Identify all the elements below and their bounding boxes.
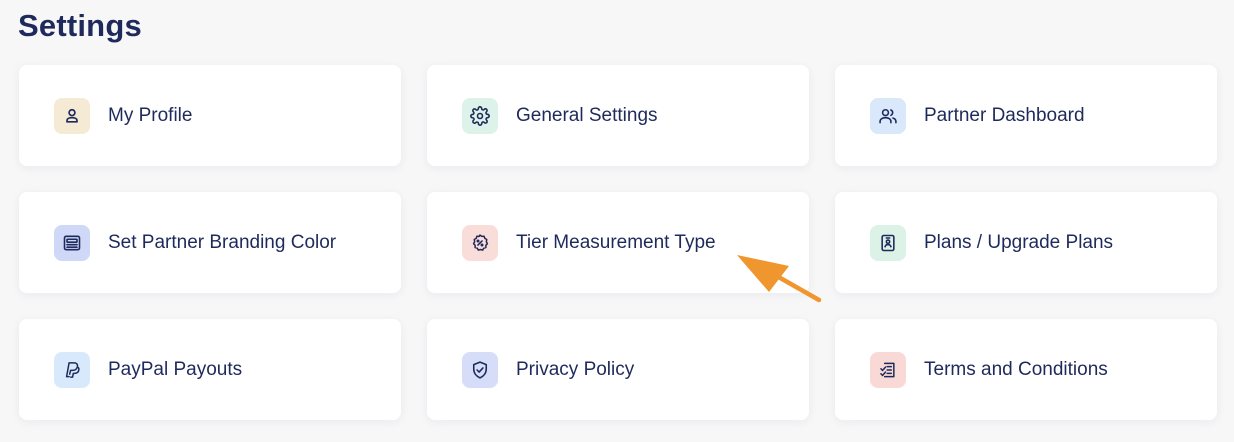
card-label: General Settings <box>516 104 658 126</box>
settings-card-tier-measurement-type[interactable]: Tier Measurement Type <box>427 192 809 293</box>
settings-card-plans-upgrade-plans[interactable]: Plans / Upgrade Plans <box>835 192 1217 293</box>
settings-card-partner-dashboard[interactable]: Partner Dashboard <box>835 65 1217 166</box>
settings-card-my-profile[interactable]: My Profile <box>19 65 401 166</box>
id-badge-icon <box>870 224 906 261</box>
card-label: Set Partner Branding Color <box>108 231 337 253</box>
card-label: Plans / Upgrade Plans <box>924 231 1114 253</box>
settings-card-general-settings[interactable]: General Settings <box>427 65 809 166</box>
paypal-icon <box>54 351 90 388</box>
settings-card-privacy-policy[interactable]: Privacy Policy <box>427 319 809 420</box>
card-label: Terms and Conditions <box>924 358 1108 380</box>
card-label: PayPal Payouts <box>108 358 243 380</box>
percent-badge-icon <box>462 224 498 261</box>
document-list-icon <box>870 351 906 388</box>
shield-check-icon <box>462 351 498 388</box>
users-icon <box>870 97 906 134</box>
page-title: Settings <box>18 8 142 43</box>
card-label: Privacy Policy <box>516 358 635 380</box>
card-label: Partner Dashboard <box>924 104 1085 126</box>
settings-card-terms-and-conditions[interactable]: Terms and Conditions <box>835 319 1217 420</box>
settings-grid: My Profile General Settings Partner Dash… <box>19 65 1217 420</box>
card-label: My Profile <box>108 104 193 126</box>
card-label: Tier Measurement Type <box>516 231 716 253</box>
branding-icon <box>54 224 90 261</box>
user-icon <box>54 97 90 134</box>
gear-icon <box>462 97 498 134</box>
settings-card-paypal-payouts[interactable]: PayPal Payouts <box>19 319 401 420</box>
settings-card-set-partner-branding-color[interactable]: Set Partner Branding Color <box>19 192 401 293</box>
